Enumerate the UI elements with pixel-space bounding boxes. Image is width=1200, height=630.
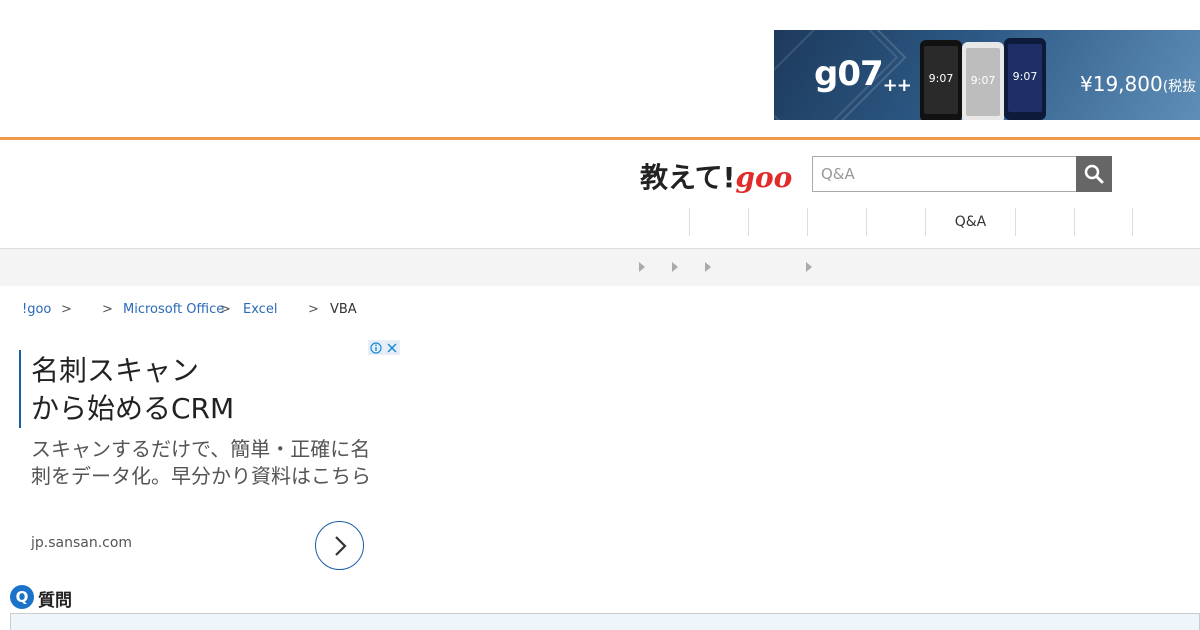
- ad-title-line: から始めるCRM: [31, 392, 235, 425]
- search-input[interactable]: [812, 156, 1076, 192]
- ad-title[interactable]: 名刺スキャン から始めるCRM: [31, 352, 371, 428]
- chevron-right-icon: [334, 535, 347, 556]
- close-icon: [387, 342, 397, 353]
- logo-text: 教えて!: [640, 161, 736, 194]
- ad-url[interactable]: jp.sansan.com: [31, 535, 132, 551]
- banner-price-note: (税抜: [1162, 79, 1197, 95]
- ad-description: スキャンするだけで、簡単・正確に名刺をデータ化。早分かり資料はこちら: [31, 437, 371, 488]
- phone-image: 9:07: [1004, 38, 1046, 120]
- sub-nav: [0, 249, 1200, 286]
- nav-item[interactable]: [866, 208, 925, 236]
- breadcrumb-separator: >: [61, 302, 72, 317]
- banner-brand: g07++: [814, 54, 912, 96]
- search-icon: [1084, 164, 1104, 184]
- question-badge: Q: [10, 585, 34, 609]
- phone-screen: 9:07: [1008, 44, 1042, 112]
- search-button[interactable]: [1076, 156, 1112, 192]
- chevron-right-icon[interactable]: [806, 262, 812, 272]
- ad-accent-bar: [19, 350, 21, 428]
- top-banner-ad[interactable]: g07++ 9:07 9:07 9:07 ¥19,800(税抜: [774, 30, 1200, 120]
- banner-brand-suffix: ++: [882, 75, 912, 96]
- chevron-right-icon[interactable]: [672, 262, 678, 272]
- phone-screen: 9:07: [966, 48, 1000, 116]
- ad-title-line: 名刺スキャン: [31, 354, 200, 387]
- chevron-right-icon[interactable]: [705, 262, 711, 272]
- chevron-right-icon[interactable]: [639, 262, 645, 272]
- logo-goo: goo: [735, 161, 793, 194]
- banner-price: ¥19,800(税抜: [1080, 72, 1197, 96]
- phone-screen: 9:07: [924, 46, 958, 114]
- breadcrumb-link[interactable]: Microsoft Office: [123, 302, 224, 317]
- nav-item[interactable]: [689, 208, 748, 236]
- site-logo[interactable]: 教えて!goo: [640, 156, 792, 196]
- nav-item[interactable]: [1015, 208, 1074, 236]
- breadcrumb-separator: >: [308, 302, 319, 317]
- breadcrumb-separator: >: [102, 302, 113, 317]
- phone-image: 9:07: [962, 42, 1004, 120]
- phone-image: 9:07: [920, 40, 962, 120]
- nav-item[interactable]: [1074, 208, 1133, 236]
- search-form: [812, 156, 1112, 192]
- page: g07++ 9:07 9:07 9:07 ¥19,800(税抜 教えて!goo …: [0, 0, 1200, 630]
- breadcrumb-current: VBA: [330, 302, 357, 317]
- breadcrumb-separator: >: [220, 302, 231, 317]
- ad-arrow-button[interactable]: [315, 521, 364, 570]
- breadcrumb-link[interactable]: Excel: [243, 302, 277, 317]
- breadcrumb-link[interactable]: !goo: [22, 302, 51, 317]
- info-icon: [370, 341, 382, 354]
- nav-item[interactable]: [807, 208, 866, 236]
- ad-close-button[interactable]: [384, 340, 400, 355]
- question-label: 質問: [38, 591, 72, 611]
- nav-item[interactable]: [748, 208, 807, 236]
- nav-item-qa[interactable]: Q&A: [925, 208, 1015, 236]
- question-box: [10, 613, 1200, 630]
- main-nav: Q&A: [689, 208, 1133, 236]
- header-accent-line: [0, 137, 1200, 140]
